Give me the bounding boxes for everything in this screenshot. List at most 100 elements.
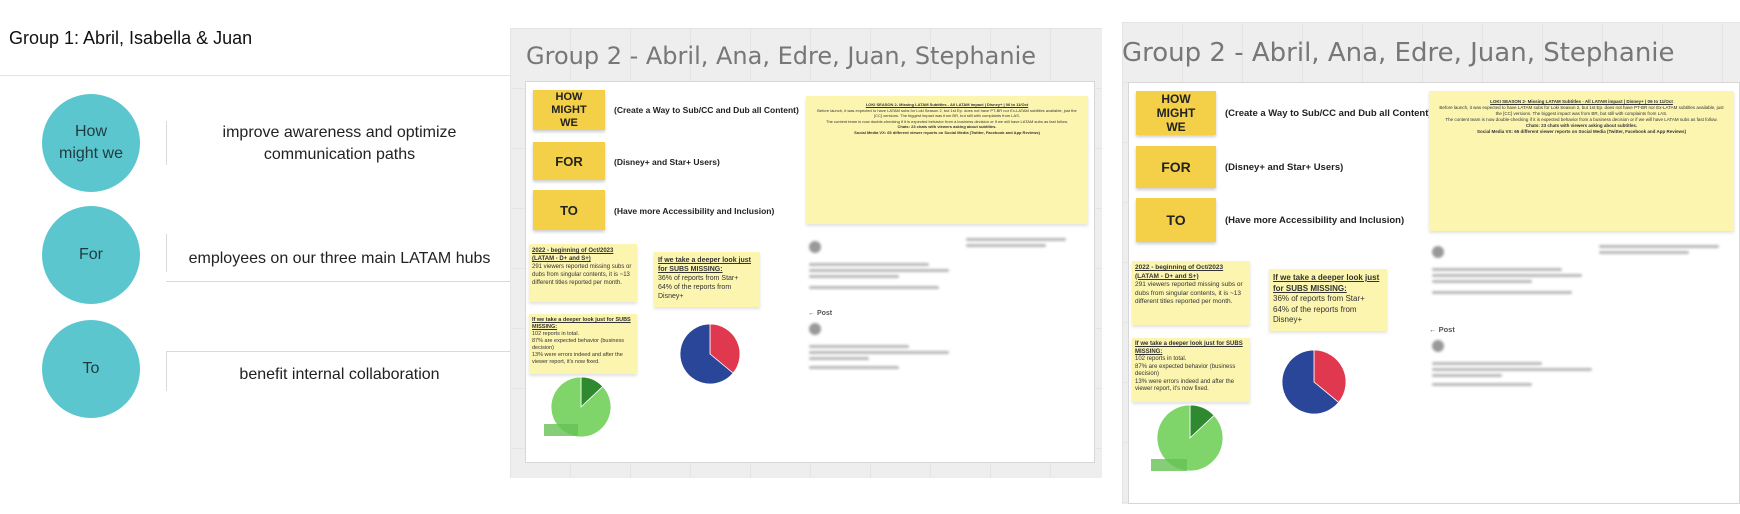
note-line: 13% were errors indeed and after the vie… xyxy=(532,352,623,365)
subs-pie-chart xyxy=(1281,349,1347,415)
note-deeper-look[interactable]: If we take a deeper look just for SUBS M… xyxy=(1132,338,1250,402)
blur-line xyxy=(1432,368,1592,371)
blurred-tweet xyxy=(809,240,959,302)
group2-board: HOW MIGHT WE (Create a Way to Sub/CC and… xyxy=(525,81,1095,463)
note-body: 291 viewers reported missing subs or dub… xyxy=(1135,281,1243,305)
group1-panel: How might we improve awareness and optim… xyxy=(0,76,515,428)
to-label: To xyxy=(82,360,100,377)
blur-line xyxy=(809,366,899,369)
post-label: ← Post xyxy=(1429,325,1455,334)
note-line: 64% of the reports from Disney+ xyxy=(658,284,732,300)
whiteboard-canvas: Group 1: Abril, Isabella & Juan How migh… xyxy=(0,0,1740,514)
blur-line xyxy=(1432,383,1532,386)
to-text[interactable]: benefit internal collaboration xyxy=(167,364,512,386)
blur-line xyxy=(1432,280,1532,283)
avatar xyxy=(809,241,821,253)
for-sticky[interactable]: FOR xyxy=(1136,146,1216,188)
group2-slide-a[interactable]: Group 2 - Abril, Ana, Edre, Juan, Stepha… xyxy=(510,28,1102,478)
blur-line xyxy=(809,351,949,354)
note-subs-missing[interactable]: If we take a deeper look just for SUBS M… xyxy=(654,252,760,307)
blurred-post xyxy=(1432,339,1602,403)
avatar xyxy=(809,323,821,335)
how-might-we-label: How might we xyxy=(58,123,124,162)
for-text[interactable]: (Disney+ and Star+ Users) xyxy=(614,157,720,167)
group2-board: HOW MIGHT WE (Create a Way to Sub/CC and… xyxy=(1128,82,1740,504)
group2-slide-b[interactable]: Group 2 - Abril, Ana, Edre, Juan, Stepha… xyxy=(1122,22,1740,504)
sticky-label: FOR xyxy=(555,153,583,169)
subs-pie-chart xyxy=(679,323,741,385)
blur-line xyxy=(1599,251,1689,254)
blur-line xyxy=(1432,374,1502,377)
note-line: 87% are expected behavior (business deci… xyxy=(1135,363,1236,378)
note-line: 102 reports in total. xyxy=(1135,356,1187,362)
to-sticky[interactable]: TO xyxy=(533,190,605,230)
how-might-we-text[interactable]: (Create a Way to Sub/CC and Dub all Cont… xyxy=(614,105,799,115)
note-heading: 2022 - beginning of Oct/2023 (LATAM - D+… xyxy=(1135,264,1224,280)
note-line: 64% of the reports from Disney+ xyxy=(1273,304,1357,325)
note-loki-season2[interactable]: LOKI SEASON 2- Missing LATAM Subtitles -… xyxy=(1429,91,1734,231)
note-body: Before launch, it was expected to have L… xyxy=(817,107,1077,119)
blur-line xyxy=(1432,274,1582,277)
blur-line xyxy=(809,357,869,360)
note-heading: If we take a deeper look just for SUBS M… xyxy=(1273,273,1380,293)
note-line: 36% of reports from Star+ xyxy=(1273,294,1365,303)
note-social: Social Media VX: 65 different viewer rep… xyxy=(1476,129,1687,134)
blur-line xyxy=(1432,268,1562,271)
how-might-we-text[interactable]: improve awareness and optimize communica… xyxy=(167,122,512,166)
blur-line xyxy=(809,275,899,278)
pie-legend-box xyxy=(1151,459,1187,471)
note-body: 291 viewers reported missing subs or dub… xyxy=(532,264,632,286)
how-might-we-circle[interactable]: How might we xyxy=(42,94,140,192)
post-label-text: Post xyxy=(816,310,833,317)
sticky-label: TO xyxy=(560,202,578,218)
to-text[interactable]: (Have more Accessibility and Inclusion) xyxy=(1225,215,1404,226)
blur-line xyxy=(809,269,949,272)
blurred-tweet xyxy=(1432,245,1592,311)
note-heading: If we take a deeper look just for SUBS M… xyxy=(658,257,751,273)
avatar xyxy=(1432,246,1444,258)
pie-legend-box xyxy=(544,424,578,436)
note-2022-stats[interactable]: 2022 - beginning of Oct/2023 (LATAM - D+… xyxy=(1132,261,1250,325)
avatar xyxy=(1432,340,1444,352)
group1-title: Group 1: Abril, Isabella & Juan xyxy=(9,28,253,48)
for-text[interactable]: employees on our three main LATAM hubs xyxy=(167,248,512,270)
how-might-we-sticky[interactable]: HOW MIGHT WE xyxy=(1136,91,1216,135)
blur-line xyxy=(966,238,1066,241)
note-line: 36% of reports from Star+ xyxy=(658,275,739,282)
sticky-label: FOR xyxy=(1161,159,1191,175)
for-circle[interactable]: For xyxy=(42,206,140,304)
to-circle[interactable]: To xyxy=(42,320,140,418)
group2-title: Group 2 - Abril, Ana, Edre, Juan, Stepha… xyxy=(526,42,1037,70)
for-text[interactable]: (Disney+ and Star+ Users) xyxy=(1225,162,1343,173)
blur-line xyxy=(1432,291,1572,294)
sticky-label: HOW MIGHT WE xyxy=(1156,92,1196,134)
for-label: For xyxy=(79,246,103,263)
row-divider xyxy=(166,281,514,282)
how-might-we-sticky[interactable]: HOW MIGHT WE xyxy=(533,90,605,130)
for-sticky[interactable]: FOR xyxy=(533,142,605,180)
note-subs-missing[interactable]: If we take a deeper look just for SUBS M… xyxy=(1269,269,1387,331)
note-body: Before launch, it was expected to have L… xyxy=(1439,105,1724,116)
blur-line xyxy=(809,345,909,348)
blur-line xyxy=(1599,245,1719,248)
sticky-label: HOW MIGHT WE xyxy=(551,90,587,129)
group2-title: Group 2 - Abril, Ana, Edre, Juan, Stepha… xyxy=(1122,38,1675,68)
note-deeper-look[interactable]: If we take a deeper look just for SUBS M… xyxy=(529,314,637,374)
note-line: 87% are expected behavior (business deci… xyxy=(532,338,625,351)
note-2022-stats[interactable]: 2022 - beginning of Oct/2023 (LATAM - D+… xyxy=(529,244,637,302)
how-might-we-text[interactable]: (Create a Way to Sub/CC and Dub all Cont… xyxy=(1225,108,1432,119)
blur-line xyxy=(1432,362,1542,365)
note-social: Social Media VX: 65 different viewer rep… xyxy=(854,129,1040,135)
to-sticky[interactable]: TO xyxy=(1136,198,1216,242)
blur-line xyxy=(966,244,1046,247)
post-label-text: Post xyxy=(1438,325,1455,334)
sticky-label: TO xyxy=(1166,212,1186,228)
note-line: 13% were errors indeed and after the vie… xyxy=(1135,378,1235,393)
blurred-post xyxy=(809,322,959,382)
row-divider xyxy=(166,351,514,352)
blurred-screenshot xyxy=(966,238,1076,260)
blur-line xyxy=(809,263,929,266)
blurred-screenshot xyxy=(1599,245,1729,269)
to-text[interactable]: (Have more Accessibility and Inclusion) xyxy=(614,206,774,216)
note-loki-season2[interactable]: LOKI SEASON 2- Missing LATAM Subtitles -… xyxy=(806,96,1088,224)
